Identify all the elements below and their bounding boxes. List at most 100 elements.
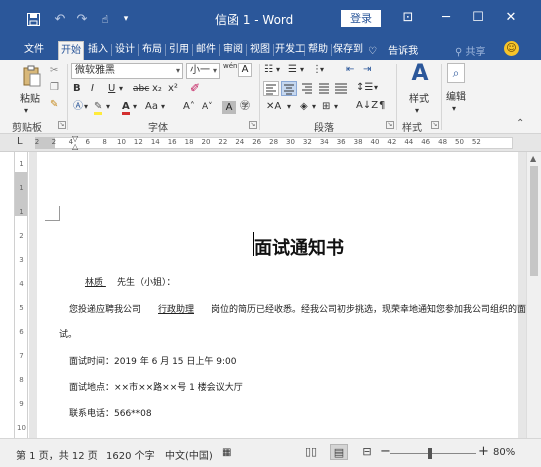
line-spacing-dropdown-icon[interactable]: ▾: [374, 81, 378, 95]
web-layout-icon[interactable]: ⊟: [358, 444, 376, 460]
tab-layout[interactable]: 布局: [140, 41, 164, 60]
text-effects-dropdown-icon[interactable]: ▾: [84, 100, 88, 114]
styles-dropdown-icon[interactable]: ▾: [415, 104, 419, 118]
shading-dropdown-icon[interactable]: ▾: [312, 100, 316, 114]
chinese-layout-icon[interactable]: ✕A: [266, 100, 281, 114]
font-size-combo[interactable]: 小一 ▾: [186, 63, 220, 79]
tab-references[interactable]: 引用: [167, 41, 191, 60]
zoom-level[interactable]: 80%: [493, 447, 515, 458]
styles-launcher-icon[interactable]: ↘: [431, 121, 439, 129]
paragraph-launcher-icon[interactable]: ↘: [386, 121, 394, 129]
horizontal-ruler[interactable]: L ▽ △ 2 2 4 6 8 10 12 14 16 18 20 22 24 26 28 30 32 34 36 3…: [0, 134, 541, 152]
zoom-in-button[interactable]: +: [478, 444, 489, 459]
body-continuation[interactable]: 试。: [59, 329, 77, 341]
distributed-icon[interactable]: [334, 81, 348, 99]
shading-icon[interactable]: ◈: [300, 100, 308, 114]
vertical-scrollbar[interactable]: ▲: [526, 152, 541, 438]
page-count[interactable]: 第 1 页，共 12 页: [16, 447, 98, 462]
language-indicator[interactable]: 中文(中国): [165, 447, 213, 462]
cut-icon[interactable]: ✂: [50, 64, 58, 78]
login-button[interactable]: 登录: [341, 10, 381, 27]
enclose-characters-icon[interactable]: ㊫: [240, 100, 250, 114]
character-shading-icon[interactable]: A: [222, 101, 236, 114]
redo-icon[interactable]: ↷: [74, 10, 90, 28]
macro-record-icon[interactable]: ▦: [222, 447, 231, 458]
highlight-dropdown-icon[interactable]: ▾: [106, 100, 110, 114]
grow-font-button[interactable]: A˄: [183, 100, 195, 114]
editing-dropdown-icon[interactable]: ▾: [452, 102, 456, 116]
print-layout-icon[interactable]: ▤: [330, 444, 348, 460]
align-center-icon[interactable]: [281, 81, 297, 96]
multilevel-dropdown-icon[interactable]: ▾: [320, 63, 324, 77]
tab-mailings[interactable]: 邮件: [194, 41, 218, 60]
sort-icon[interactable]: A↓Z: [356, 99, 378, 113]
paste-icon[interactable]: [20, 65, 44, 91]
decrease-indent-icon[interactable]: ⇤: [346, 63, 354, 77]
subscript-button[interactable]: x₂: [152, 82, 162, 96]
customize-qat-icon[interactable]: ▾: [120, 10, 132, 28]
ribbon-display-options-icon[interactable]: ⊡: [396, 8, 420, 28]
collapse-ribbon-icon[interactable]: ⌃: [516, 118, 524, 129]
close-button[interactable]: ✕: [499, 8, 523, 28]
share-button[interactable]: ⚲ 共享: [455, 43, 486, 58]
highlight-icon[interactable]: ✎: [94, 100, 103, 115]
document-heading[interactable]: 面试通知书: [254, 234, 344, 260]
tab-help[interactable]: 帮助: [306, 41, 330, 60]
numbering-dropdown-icon[interactable]: ▾: [300, 63, 304, 77]
show-marks-icon[interactable]: ¶: [379, 99, 385, 113]
salutation-line[interactable]: 林质 先生（小姐）：: [59, 277, 176, 289]
align-left-icon[interactable]: [263, 81, 279, 96]
save-icon[interactable]: [25, 10, 41, 28]
numbering-icon[interactable]: ☰: [288, 63, 297, 77]
feedback-smiley-icon[interactable]: ☺: [504, 41, 519, 56]
tab-review[interactable]: 审阅: [221, 41, 245, 60]
font-color-icon[interactable]: A: [122, 100, 130, 115]
strikethrough-button[interactable]: abc: [133, 82, 149, 96]
zoom-slider[interactable]: [390, 453, 476, 454]
undo-icon[interactable]: ↶: [52, 10, 68, 28]
maximize-button[interactable]: ☐: [466, 8, 490, 28]
align-right-icon[interactable]: [300, 81, 314, 99]
tab-save-to[interactable]: 保存到: [333, 41, 363, 60]
scroll-up-icon[interactable]: ▲: [530, 154, 536, 163]
font-launcher-icon[interactable]: ↘: [249, 121, 257, 129]
underline-button[interactable]: U: [108, 82, 115, 96]
paste-dropdown-icon[interactable]: ▾: [24, 104, 28, 118]
interview-place[interactable]: 面试地点：××市××路××号 1 楼会议大厅: [69, 382, 243, 394]
bullets-icon[interactable]: ☷: [264, 63, 273, 77]
shrink-font-button[interactable]: A˅: [202, 100, 213, 114]
phonetic-guide-icon[interactable]: wén: [223, 62, 237, 70]
tab-design[interactable]: 设计: [113, 41, 137, 60]
line-spacing-icon[interactable]: ↕☰: [356, 81, 373, 95]
change-case-dropdown-icon[interactable]: ▾: [161, 100, 165, 114]
format-painter-icon[interactable]: ✎: [50, 98, 58, 112]
copy-icon[interactable]: ❐: [50, 81, 59, 95]
text-effects-icon[interactable]: Ⓐ: [73, 100, 83, 114]
styles-icon[interactable]: A: [407, 63, 433, 85]
tab-file[interactable]: 文件: [20, 41, 48, 60]
borders-dropdown-icon[interactable]: ▾: [334, 100, 338, 114]
font-name-combo[interactable]: 微软雅黑 ▾: [71, 63, 183, 79]
tab-insert[interactable]: 插入: [86, 41, 110, 60]
scrollbar-thumb[interactable]: [530, 166, 538, 276]
tab-view[interactable]: 视图: [248, 41, 272, 60]
italic-button[interactable]: I: [91, 82, 94, 96]
tab-developer[interactable]: 开发工: [275, 41, 305, 60]
touch-mode-icon[interactable]: ☝: [96, 10, 114, 28]
underline-dropdown-icon[interactable]: ▾: [119, 82, 123, 96]
clear-formatting-icon[interactable]: ✐: [190, 81, 200, 95]
body-paragraph[interactable]: 您投递应聘我公司 行政助理 岗位的简历已经收悉。经我公司初步挑选，现荣幸地通知您参加…: [69, 304, 526, 316]
bold-button[interactable]: B: [73, 82, 81, 96]
minimize-button[interactable]: ─: [434, 8, 458, 28]
interview-time[interactable]: 面试时间：2019 年 6 月 15 日上午 9:00: [69, 356, 236, 368]
increase-indent-icon[interactable]: ⇥: [363, 63, 371, 77]
read-mode-icon[interactable]: ▯▯: [302, 444, 320, 460]
page[interactable]: 面试通知书 林质 先生（小姐）： 您投递应聘我公司 行政助理 岗位的简历已经收悉。经…: [37, 152, 526, 438]
chinese-layout-dropdown-icon[interactable]: ▾: [287, 100, 291, 114]
justify-icon[interactable]: [317, 81, 331, 99]
zoom-out-button[interactable]: −: [380, 444, 391, 459]
editing-label[interactable]: 编辑: [446, 88, 466, 103]
word-count[interactable]: 1620 个字: [106, 447, 155, 462]
change-case-button[interactable]: Aa: [145, 100, 158, 114]
tab-home[interactable]: 开始: [58, 41, 84, 60]
